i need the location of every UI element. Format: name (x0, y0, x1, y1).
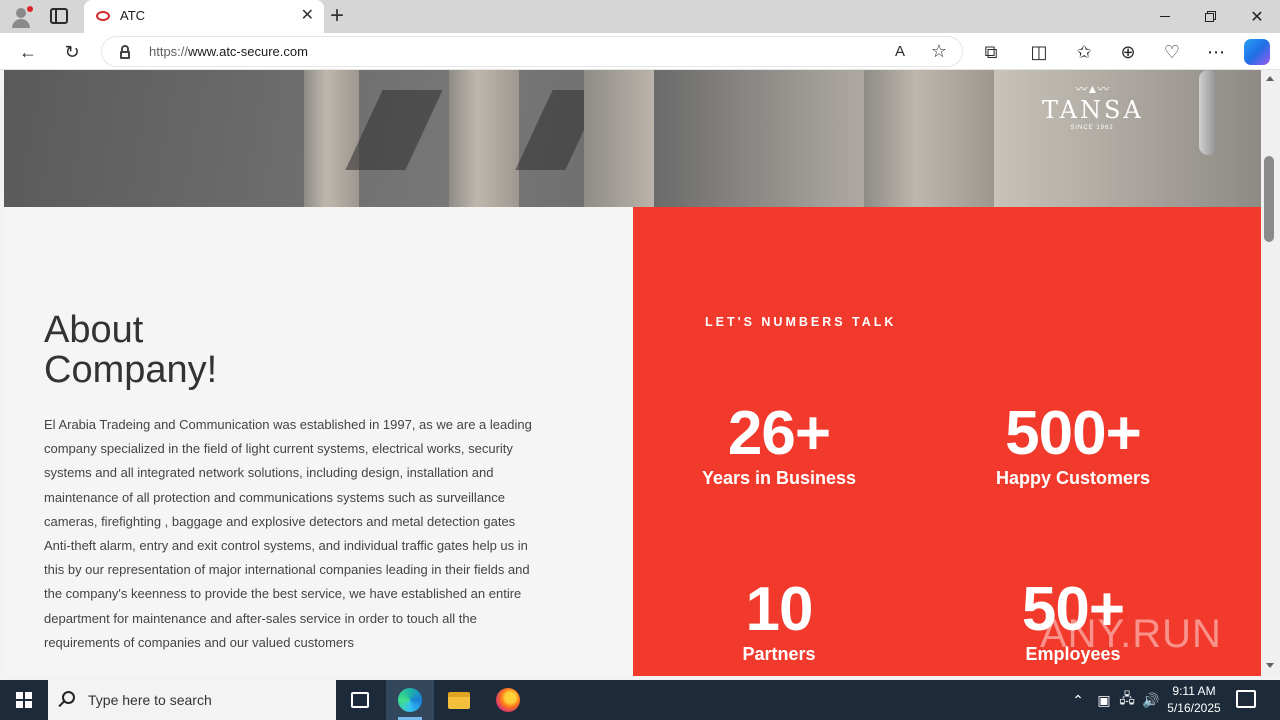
stat-number: 500+ (1005, 399, 1142, 468)
stat-years: 26+ Years in Business (649, 401, 909, 489)
address-bar[interactable]: https://www.atc-secure.com A ☆ (101, 36, 963, 67)
close-window-button[interactable]: ✕ (1234, 0, 1280, 33)
anyrun-watermark: ANY.RUN (1040, 612, 1222, 656)
favorite-star-icon[interactable]: ☆ (926, 38, 952, 64)
restore-button[interactable] (1188, 0, 1234, 33)
refresh-icon[interactable]: ↻ (59, 39, 85, 65)
scroll-thumb[interactable] (1264, 156, 1274, 242)
about-title: About Company! (44, 309, 218, 391)
lock-icon[interactable] (120, 45, 130, 59)
stat-partners: 10 Partners (649, 577, 909, 665)
page-scrollbar[interactable] (1261, 70, 1280, 676)
more-icon[interactable]: ⋯ (1203, 39, 1229, 65)
tab-atc[interactable]: ATC ✕ (84, 0, 324, 33)
edge-icon (398, 688, 422, 712)
stats-section: LET'S NUMBERS TALK 26+ Years in Business… (633, 207, 1261, 676)
search-icon (62, 691, 75, 704)
scroll-up-icon[interactable] (1266, 76, 1274, 81)
stats-heading: LET'S NUMBERS TALK (705, 315, 897, 329)
hero-image: 〰︎▲〰︎ TANSA SINCE 1962 (4, 70, 1261, 207)
volume-icon[interactable]: 🔊 (1140, 680, 1162, 720)
stat-customers: 500+ Happy Customers (943, 401, 1203, 489)
taskbar-firefox[interactable] (484, 680, 532, 720)
profile-icon[interactable] (8, 4, 36, 30)
page-viewport: 〰︎▲〰︎ TANSA SINCE 1962 About Company! El … (4, 70, 1261, 676)
windows-icon (16, 692, 32, 708)
split-screen-icon[interactable]: ◫ (1026, 39, 1052, 65)
tab-actions-icon[interactable] (50, 8, 68, 24)
tab-strip: ATC ✕ + ✕ (0, 0, 1280, 33)
security-tray-icon[interactable]: ▣ (1094, 680, 1114, 720)
scroll-down-icon[interactable] (1266, 663, 1274, 668)
tab-close-icon[interactable]: ✕ (301, 6, 314, 26)
about-section: About Company! El Arabia Tradeing and Com… (4, 207, 633, 676)
about-description: El Arabia Tradeing and Communication was… (44, 417, 532, 650)
tab-title: ATC (120, 8, 146, 23)
atc-favicon-icon (96, 11, 110, 21)
network-icon[interactable]: 🖧 (1116, 680, 1138, 720)
folder-icon (448, 691, 470, 709)
eagle-icon: 〰︎▲〰︎ (1075, 82, 1110, 96)
system-clock[interactable]: 9:11 AM 5/16/2025 (1160, 683, 1228, 717)
task-view-button[interactable] (336, 680, 384, 720)
extensions-icon[interactable]: ⧉ (978, 39, 1004, 65)
stat-label: Happy Customers (995, 468, 1151, 488)
back-icon[interactable]: ← (15, 39, 41, 65)
url-text[interactable]: https://www.atc-secure.com (149, 44, 308, 59)
stat-label: Years in Business (701, 468, 857, 488)
minimize-button[interactable] (1142, 0, 1188, 33)
show-hidden-icons-icon[interactable]: ⌃ (1068, 680, 1088, 720)
browser-toolbar: ← ↻ https://www.atc-secure.com A ☆ ⧉ ◫ ✩… (0, 33, 1280, 70)
task-view-icon (351, 692, 369, 708)
copilot-icon[interactable] (1244, 39, 1270, 65)
notification-icon[interactable] (1236, 690, 1256, 708)
favorites-icon[interactable]: ✩ (1071, 39, 1097, 65)
firefox-icon (496, 688, 520, 712)
collections-icon[interactable]: ⊕ (1115, 39, 1141, 65)
stat-number: 10 (745, 575, 814, 644)
start-button[interactable] (0, 680, 48, 720)
taskbar-edge[interactable] (386, 680, 434, 720)
tansa-logo: 〰︎▲〰︎ TANSA SINCE 1962 (1042, 82, 1144, 131)
new-tab-button[interactable]: + (330, 2, 344, 30)
stat-label: Partners (742, 644, 816, 664)
search-placeholder: Type here to search (88, 692, 212, 708)
stat-number: 26+ (727, 399, 831, 468)
read-aloud-icon[interactable]: A (887, 38, 913, 64)
taskbar-search[interactable]: Type here to search (48, 680, 336, 720)
browser-essentials-icon[interactable]: ♡ (1159, 39, 1185, 65)
taskbar-file-explorer[interactable] (435, 680, 483, 720)
taskbar: Type here to search ⌃ ▣ 🖧 🔊 9:11 AM 5/16… (0, 680, 1280, 720)
